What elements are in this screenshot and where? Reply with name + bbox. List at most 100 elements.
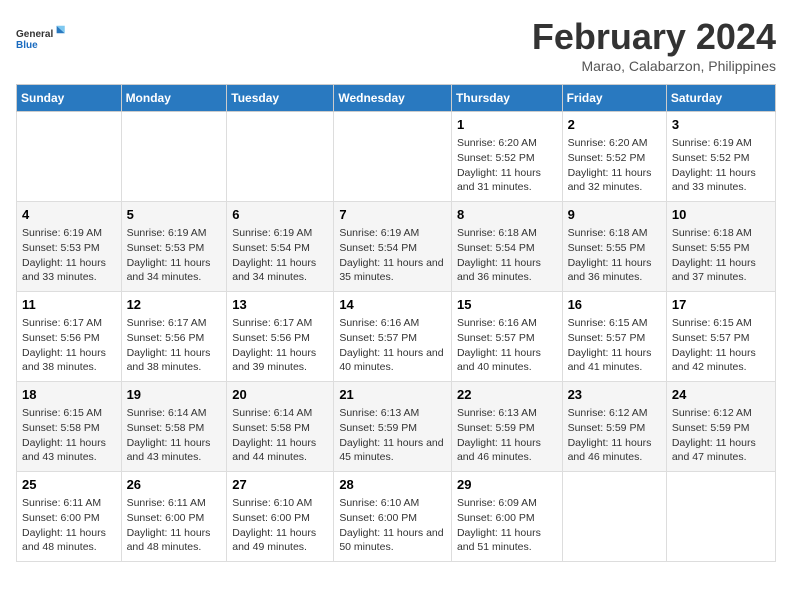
day-number: 28	[339, 476, 446, 494]
calendar-cell: 2Sunrise: 6:20 AM Sunset: 5:52 PM Daylig…	[562, 112, 666, 202]
subtitle: Marao, Calabarzon, Philippines	[532, 58, 776, 74]
header: General Blue February 2024 Marao, Calaba…	[16, 16, 776, 74]
cell-info: Sunrise: 6:09 AM Sunset: 6:00 PM Dayligh…	[457, 496, 557, 555]
cell-info: Sunrise: 6:16 AM Sunset: 5:57 PM Dayligh…	[339, 316, 446, 375]
cell-info: Sunrise: 6:20 AM Sunset: 5:52 PM Dayligh…	[568, 136, 661, 195]
week-row-2: 4 Sunrise: 6:19 AM Sunset: 5:53 PM Daylig…	[17, 202, 776, 292]
cell-info: Sunrise: 6:19 AM Sunset: 5:53 PM Dayligh…	[22, 226, 116, 285]
header-friday: Friday	[562, 85, 666, 112]
calendar-cell: 23 Sunrise: 6:12 AM Sunset: 5:59 PM Dayli…	[562, 382, 666, 472]
day-number: 8	[457, 206, 557, 224]
calendar-cell	[121, 112, 227, 202]
cell-info: Sunrise: 6:18 AM Sunset: 5:54 PM Dayligh…	[457, 226, 557, 285]
calendar-cell: 19Sunrise: 6:14 AM Sunset: 5:58 PM Dayli…	[121, 382, 227, 472]
calendar-cell: 7 Sunrise: 6:19 AM Sunset: 5:54 PM Daylig…	[334, 202, 452, 292]
cell-info: Sunrise: 6:15 AM Sunset: 5:57 PM Dayligh…	[568, 316, 661, 375]
week-row-1: 1Sunrise: 6:20 AM Sunset: 5:52 PM Daylig…	[17, 112, 776, 202]
day-number: 12	[127, 296, 222, 314]
title-area: February 2024 Marao, Calabarzon, Philipp…	[532, 16, 776, 74]
cell-info: Sunrise: 6:18 AM Sunset: 5:55 PM Dayligh…	[568, 226, 661, 285]
calendar-cell: 4 Sunrise: 6:19 AM Sunset: 5:53 PM Daylig…	[17, 202, 122, 292]
cell-info: Sunrise: 6:12 AM Sunset: 5:59 PM Dayligh…	[672, 406, 770, 465]
calendar-cell	[562, 472, 666, 562]
calendar-cell: 26 Sunrise: 6:11 AM Sunset: 6:00 PM Dayli…	[121, 472, 227, 562]
day-number: 23	[568, 386, 661, 404]
cell-info: Sunrise: 6:19 AM Sunset: 5:52 PM Dayligh…	[672, 136, 770, 195]
header-tuesday: Tuesday	[227, 85, 334, 112]
day-number: 3	[672, 116, 770, 134]
day-number: 21	[339, 386, 446, 404]
main-title: February 2024	[532, 16, 776, 58]
day-number: 6	[232, 206, 328, 224]
day-number: 16	[568, 296, 661, 314]
week-row-5: 25 Sunrise: 6:11 AM Sunset: 6:00 PM Dayli…	[17, 472, 776, 562]
calendar-cell	[666, 472, 775, 562]
cell-info: Sunrise: 6:14 AM Sunset: 5:58 PM Dayligh…	[232, 406, 328, 465]
calendar-cell: 13 Sunrise: 6:17 AM Sunset: 5:56 PM Dayli…	[227, 292, 334, 382]
cell-info: Sunrise: 6:13 AM Sunset: 5:59 PM Dayligh…	[339, 406, 446, 465]
calendar-cell: 18 Sunrise: 6:15 AM Sunset: 5:58 PM Dayli…	[17, 382, 122, 472]
logo-svg: General Blue	[16, 16, 66, 61]
day-number: 20	[232, 386, 328, 404]
cell-info: Sunrise: 6:17 AM Sunset: 5:56 PM Dayligh…	[22, 316, 116, 375]
calendar-header-row: SundayMondayTuesdayWednesdayThursdayFrid…	[17, 85, 776, 112]
day-number: 24	[672, 386, 770, 404]
svg-text:Blue: Blue	[16, 40, 38, 51]
cell-info: Sunrise: 6:17 AM Sunset: 5:56 PM Dayligh…	[232, 316, 328, 375]
calendar-cell: 28 Sunrise: 6:10 AM Sunset: 6:00 PM Dayli…	[334, 472, 452, 562]
day-number: 10	[672, 206, 770, 224]
calendar-cell: 8 Sunrise: 6:18 AM Sunset: 5:54 PM Daylig…	[451, 202, 562, 292]
calendar-cell: 27 Sunrise: 6:10 AM Sunset: 6:00 PM Dayli…	[227, 472, 334, 562]
header-saturday: Saturday	[666, 85, 775, 112]
calendar-table: SundayMondayTuesdayWednesdayThursdayFrid…	[16, 84, 776, 562]
calendar-cell: 16 Sunrise: 6:15 AM Sunset: 5:57 PM Dayli…	[562, 292, 666, 382]
calendar-cell: 29 Sunrise: 6:09 AM Sunset: 6:00 PM Dayli…	[451, 472, 562, 562]
cell-info: Sunrise: 6:12 AM Sunset: 5:59 PM Dayligh…	[568, 406, 661, 465]
day-number: 18	[22, 386, 116, 404]
calendar-cell: 24 Sunrise: 6:12 AM Sunset: 5:59 PM Dayli…	[666, 382, 775, 472]
calendar-cell: 25 Sunrise: 6:11 AM Sunset: 6:00 PM Dayli…	[17, 472, 122, 562]
calendar-cell: 1Sunrise: 6:20 AM Sunset: 5:52 PM Daylig…	[451, 112, 562, 202]
day-number: 13	[232, 296, 328, 314]
header-sunday: Sunday	[17, 85, 122, 112]
cell-info: Sunrise: 6:19 AM Sunset: 5:54 PM Dayligh…	[339, 226, 446, 285]
header-wednesday: Wednesday	[334, 85, 452, 112]
calendar-cell: 17 Sunrise: 6:15 AM Sunset: 5:57 PM Dayli…	[666, 292, 775, 382]
day-number: 4	[22, 206, 116, 224]
cell-info: Sunrise: 6:13 AM Sunset: 5:59 PM Dayligh…	[457, 406, 557, 465]
calendar-cell: 12 Sunrise: 6:17 AM Sunset: 5:56 PM Dayli…	[121, 292, 227, 382]
day-number: 27	[232, 476, 328, 494]
cell-info: Sunrise: 6:11 AM Sunset: 6:00 PM Dayligh…	[127, 496, 222, 555]
calendar-cell: 5Sunrise: 6:19 AM Sunset: 5:53 PM Daylig…	[121, 202, 227, 292]
calendar-cell: 10 Sunrise: 6:18 AM Sunset: 5:55 PM Dayli…	[666, 202, 775, 292]
header-monday: Monday	[121, 85, 227, 112]
cell-info: Sunrise: 6:15 AM Sunset: 5:58 PM Dayligh…	[22, 406, 116, 465]
day-number: 11	[22, 296, 116, 314]
calendar-cell: 22 Sunrise: 6:13 AM Sunset: 5:59 PM Dayli…	[451, 382, 562, 472]
cell-info: Sunrise: 6:19 AM Sunset: 5:54 PM Dayligh…	[232, 226, 328, 285]
day-number: 25	[22, 476, 116, 494]
calendar-cell: 11 Sunrise: 6:17 AM Sunset: 5:56 PM Dayli…	[17, 292, 122, 382]
day-number: 29	[457, 476, 557, 494]
cell-info: Sunrise: 6:15 AM Sunset: 5:57 PM Dayligh…	[672, 316, 770, 375]
cell-info: Sunrise: 6:16 AM Sunset: 5:57 PM Dayligh…	[457, 316, 557, 375]
cell-info: Sunrise: 6:17 AM Sunset: 5:56 PM Dayligh…	[127, 316, 222, 375]
calendar-cell: 15Sunrise: 6:16 AM Sunset: 5:57 PM Dayli…	[451, 292, 562, 382]
calendar-cell: 14Sunrise: 6:16 AM Sunset: 5:57 PM Dayli…	[334, 292, 452, 382]
cell-info: Sunrise: 6:20 AM Sunset: 5:52 PM Dayligh…	[457, 136, 557, 195]
day-number: 19	[127, 386, 222, 404]
day-number: 9	[568, 206, 661, 224]
day-number: 17	[672, 296, 770, 314]
cell-info: Sunrise: 6:18 AM Sunset: 5:55 PM Dayligh…	[672, 226, 770, 285]
calendar-cell: 21 Sunrise: 6:13 AM Sunset: 5:59 PM Dayli…	[334, 382, 452, 472]
calendar-cell: 3 Sunrise: 6:19 AM Sunset: 5:52 PM Daylig…	[666, 112, 775, 202]
day-number: 22	[457, 386, 557, 404]
cell-info: Sunrise: 6:11 AM Sunset: 6:00 PM Dayligh…	[22, 496, 116, 555]
day-number: 26	[127, 476, 222, 494]
logo: General Blue	[16, 16, 66, 61]
cell-info: Sunrise: 6:10 AM Sunset: 6:00 PM Dayligh…	[339, 496, 446, 555]
week-row-4: 18 Sunrise: 6:15 AM Sunset: 5:58 PM Dayli…	[17, 382, 776, 472]
calendar-cell	[334, 112, 452, 202]
day-number: 7	[339, 206, 446, 224]
cell-info: Sunrise: 6:10 AM Sunset: 6:00 PM Dayligh…	[232, 496, 328, 555]
